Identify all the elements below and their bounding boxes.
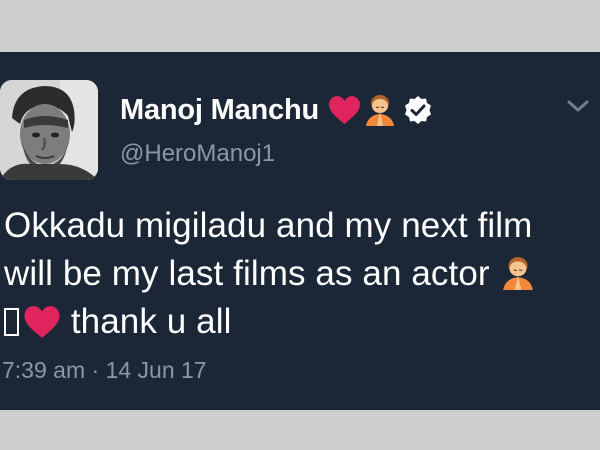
tweet-date: 14 Jun 17	[105, 357, 207, 383]
missing-glyph-box	[4, 308, 19, 336]
tweet-card: Manoj Manchu @HeroManoj1 Okkadu migiladu…	[0, 52, 600, 410]
tweet-time: 7:39 am	[2, 357, 86, 383]
user-handle[interactable]: @HeroManoj1	[120, 140, 275, 168]
display-name-row: Manoj Manchu	[120, 90, 433, 130]
praying-person-icon	[502, 257, 533, 290]
red-heart-icon	[24, 306, 60, 338]
tweet-timestamp[interactable]: 7:39 am · 14 Jun 17	[2, 357, 207, 384]
tweet-text-line-3-text: thank u all	[70, 302, 232, 341]
avatar[interactable]	[0, 80, 98, 180]
praying-person-icon	[366, 95, 394, 126]
screenshot-frame-bottom	[0, 410, 600, 450]
tweet-text-line-2-text: will be my last films as an actor	[4, 254, 490, 293]
tweet-text-line-1: Okkadu migiladu and my next film	[4, 206, 533, 245]
timestamp-separator: ·	[91, 357, 100, 383]
tweet-text-line-2: will be my last films as an actor	[4, 250, 600, 298]
screenshot-frame-top	[0, 0, 600, 52]
chevron-down-icon[interactable]	[566, 98, 590, 114]
verified-badge-icon	[405, 96, 431, 124]
tweet-text-line-3: thank u all	[4, 298, 600, 346]
tweet-text: Okkadu migiladu and my next film will be…	[4, 202, 600, 346]
red-heart-icon	[329, 96, 360, 124]
display-name[interactable]: Manoj Manchu	[120, 94, 319, 127]
